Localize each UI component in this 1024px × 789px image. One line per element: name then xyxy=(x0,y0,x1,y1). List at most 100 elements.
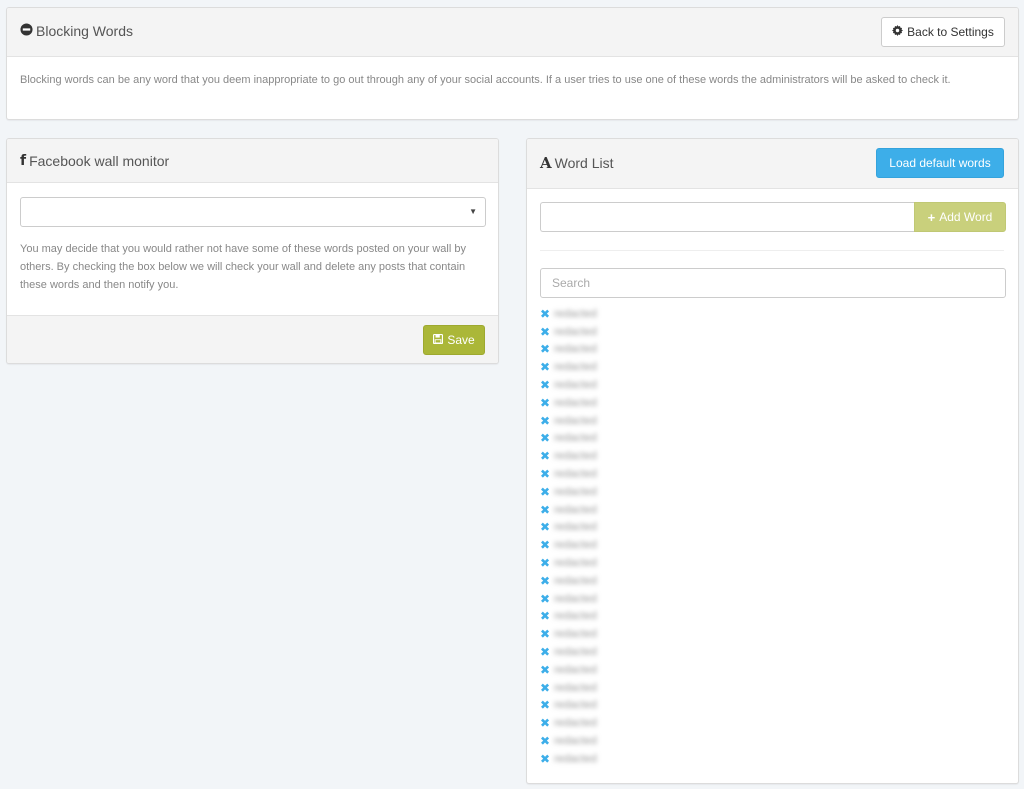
remove-word-icon[interactable]: ✖ xyxy=(540,539,550,551)
load-default-words-button[interactable]: Load default words xyxy=(876,148,1004,178)
remove-word-icon[interactable]: ✖ xyxy=(540,521,550,533)
gear-icon xyxy=(892,25,904,39)
font-icon: A xyxy=(540,154,552,172)
word-text: redacted xyxy=(554,628,597,641)
word-text: redacted xyxy=(554,539,597,552)
word-list-item: ✖ redacted xyxy=(540,643,1004,661)
remove-word-icon[interactable]: ✖ xyxy=(540,308,550,320)
add-word-input[interactable] xyxy=(540,202,914,232)
word-list-item: ✖ redacted xyxy=(540,608,1004,626)
remove-word-icon[interactable]: ✖ xyxy=(540,504,550,516)
remove-word-icon[interactable]: ✖ xyxy=(540,682,550,694)
remove-word-icon[interactable]: ✖ xyxy=(540,664,550,676)
divider xyxy=(540,250,1004,251)
word-list-heading: A Word List Load default words xyxy=(527,139,1018,189)
word-list-item: ✖ redacted xyxy=(540,305,1004,323)
blocking-words-description: Blocking words can be any word that you … xyxy=(20,74,951,86)
remove-word-icon[interactable]: ✖ xyxy=(540,575,550,587)
word-text: redacted xyxy=(554,681,597,694)
word-text: redacted xyxy=(554,752,597,765)
word-list-item: ✖ redacted xyxy=(540,697,1004,715)
facebook-wall-monitor-panel: f Facebook wall monitor ▼ You may decide… xyxy=(6,138,499,364)
word-list-item: ✖ redacted xyxy=(540,714,1004,732)
word-list-item: ✖ redacted xyxy=(540,465,1004,483)
remove-word-icon[interactable]: ✖ xyxy=(540,432,550,444)
word-text: redacted xyxy=(554,610,597,623)
word-text: redacted xyxy=(554,343,597,356)
load-default-words-label: Load default words xyxy=(889,156,991,170)
blocking-words-heading: Blocking Words Back to Settings xyxy=(7,8,1018,57)
remove-word-icon[interactable]: ✖ xyxy=(540,699,550,711)
blocking-words-title-text: Blocking Words xyxy=(36,23,134,39)
remove-word-icon[interactable]: ✖ xyxy=(540,326,550,338)
facebook-panel-title: f Facebook wall monitor xyxy=(20,153,169,169)
save-button-label: Save xyxy=(447,333,475,347)
plus-icon: + xyxy=(927,209,936,225)
facebook-icon: f xyxy=(20,153,27,169)
save-button[interactable]: Save xyxy=(423,325,485,355)
word-text: redacted xyxy=(554,646,597,659)
search-input[interactable] xyxy=(540,268,1006,298)
word-list-item: ✖ redacted xyxy=(540,750,1004,768)
word-list-panel: A Word List Load default words + Add Wor… xyxy=(526,138,1019,784)
word-text: redacted xyxy=(554,325,597,338)
remove-word-icon[interactable]: ✖ xyxy=(540,468,550,480)
blocking-words-panel: Blocking Words Back to Settings Blocking… xyxy=(6,7,1019,120)
remove-word-icon[interactable]: ✖ xyxy=(540,628,550,640)
word-text: redacted xyxy=(554,574,597,587)
word-text: redacted xyxy=(554,450,597,463)
add-word-button[interactable]: + Add Word xyxy=(914,202,1006,232)
word-list-item: ✖ redacted xyxy=(540,394,1004,412)
word-text: redacted xyxy=(554,699,597,712)
word-text: redacted xyxy=(554,468,597,481)
word-list-item: ✖ redacted xyxy=(540,625,1004,643)
word-text: redacted xyxy=(554,396,597,409)
word-list: ✖ redacted ✖ redacted ✖ redacted ✖ redacted ✖ red… xyxy=(540,305,1004,768)
remove-word-icon[interactable]: ✖ xyxy=(540,361,550,373)
remove-word-icon[interactable]: ✖ xyxy=(540,717,550,729)
word-text: redacted xyxy=(554,592,597,605)
word-list-item: ✖ redacted xyxy=(540,483,1004,501)
word-text: redacted xyxy=(554,361,597,374)
word-list-item: ✖ redacted xyxy=(540,572,1004,590)
word-text: redacted xyxy=(554,485,597,498)
word-list-item: ✖ redacted xyxy=(540,732,1004,750)
word-text: redacted xyxy=(554,307,597,320)
word-list-item: ✖ redacted xyxy=(540,358,1004,376)
remove-word-icon[interactable]: ✖ xyxy=(540,593,550,605)
word-list-item: ✖ redacted xyxy=(540,679,1004,697)
remove-word-icon[interactable]: ✖ xyxy=(540,486,550,498)
facebook-account-select[interactable]: ▼ xyxy=(20,197,486,227)
remove-word-icon[interactable]: ✖ xyxy=(540,735,550,747)
remove-word-icon[interactable]: ✖ xyxy=(540,610,550,622)
remove-word-icon[interactable]: ✖ xyxy=(540,450,550,462)
word-list-item: ✖ redacted xyxy=(540,590,1004,608)
remove-word-icon[interactable]: ✖ xyxy=(540,343,550,355)
word-text: redacted xyxy=(554,414,597,427)
remove-word-icon[interactable]: ✖ xyxy=(540,397,550,409)
word-text: redacted xyxy=(554,663,597,676)
word-text: redacted xyxy=(554,557,597,570)
facebook-panel-footer: Save xyxy=(7,315,498,363)
remove-word-icon[interactable]: ✖ xyxy=(540,557,550,569)
word-text: redacted xyxy=(554,432,597,445)
word-text: redacted xyxy=(554,521,597,534)
word-text: redacted xyxy=(554,379,597,392)
word-list-item: ✖ redacted xyxy=(540,536,1004,554)
word-list-title: A Word List xyxy=(540,154,614,172)
facebook-panel-description: You may decide that you would rather not… xyxy=(20,243,466,291)
word-list-item: ✖ redacted xyxy=(540,554,1004,572)
back-to-settings-button[interactable]: Back to Settings xyxy=(881,17,1005,47)
word-text: redacted xyxy=(554,503,597,516)
caret-down-icon: ▼ xyxy=(469,207,477,216)
word-text: redacted xyxy=(554,717,597,730)
blocking-words-title: Blocking Words xyxy=(20,23,133,39)
floppy-disk-icon xyxy=(433,333,444,347)
add-word-label: Add Word xyxy=(939,210,993,224)
remove-word-icon[interactable]: ✖ xyxy=(540,379,550,391)
remove-word-icon[interactable]: ✖ xyxy=(540,753,550,765)
remove-word-icon[interactable]: ✖ xyxy=(540,646,550,658)
remove-word-icon[interactable]: ✖ xyxy=(540,415,550,427)
word-list-title-text: Word List xyxy=(554,155,614,171)
word-list-item: ✖ redacted xyxy=(540,447,1004,465)
